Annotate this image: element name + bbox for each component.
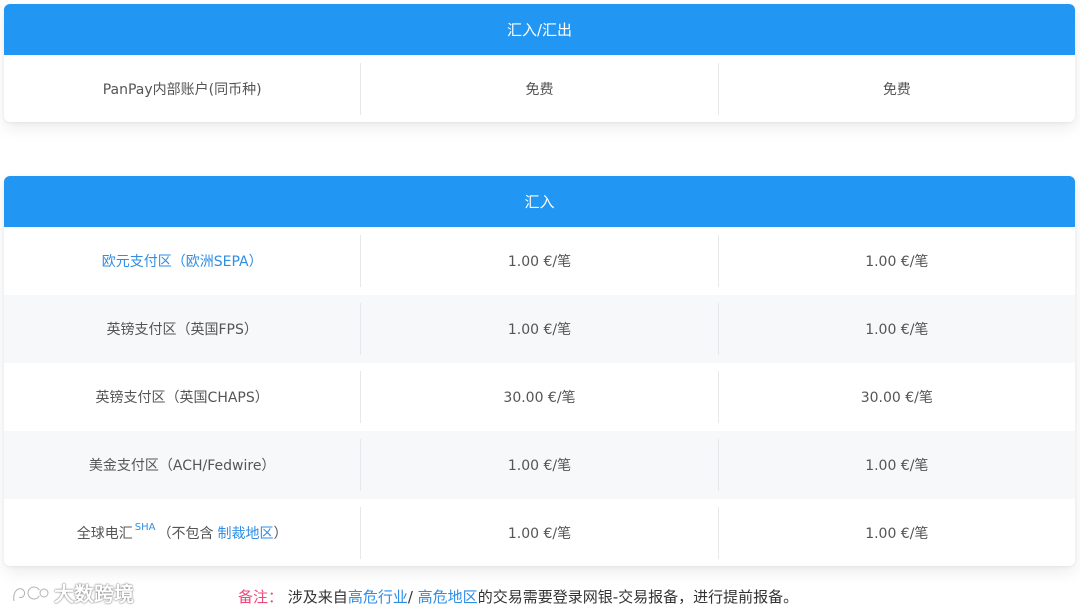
row-label: 美金支付区（ACH/Fedwire） bbox=[88, 458, 276, 474]
note-text: 的交易需要登录网银-交易报备，进行提前报备。 bbox=[477, 588, 799, 606]
note-separator: / bbox=[407, 588, 413, 606]
note-label: 备注： bbox=[238, 588, 284, 606]
row-label-text: ） bbox=[273, 526, 288, 542]
row-label-global-wire: 全球电汇 SHA （不包含 制裁地区 ） bbox=[4, 507, 360, 559]
fee-cell: 1.00 €/笔 bbox=[717, 507, 1075, 559]
table-row: 美金支付区（ACH/Fedwire） 1.00 €/笔 1.00 €/笔 bbox=[4, 431, 1075, 499]
sha-superscript: SHA bbox=[134, 521, 156, 533]
watermark-logo-icon bbox=[12, 585, 50, 602]
fee-cell: 1.00 €/笔 bbox=[360, 439, 717, 491]
row-label-link-sepa[interactable]: 欧元支付区（欧洲SEPA） bbox=[4, 235, 360, 287]
table-row: PanPay内部账户(同币种) 免费 免费 bbox=[4, 55, 1075, 122]
table-row: 英镑支付区（英国FPS） 1.00 €/笔 1.00 €/笔 bbox=[4, 295, 1075, 363]
high-risk-industry-link[interactable]: 高危行业 bbox=[348, 588, 408, 606]
watermark: 大数跨境 bbox=[10, 578, 134, 607]
table-row: 欧元支付区（欧洲SEPA） 1.00 €/笔 1.00 €/笔 bbox=[4, 227, 1075, 295]
fee-cell: 30.00 €/笔 bbox=[717, 371, 1075, 423]
fee-table-in-header: 汇入 bbox=[4, 176, 1075, 227]
section-title: 汇入 bbox=[524, 193, 555, 211]
fee-table-inout-header: 汇入/汇出 bbox=[4, 4, 1075, 55]
fee-cell: 30.00 €/笔 bbox=[360, 371, 717, 423]
fee-table-in: 汇入 欧元支付区（欧洲SEPA） 1.00 €/笔 1.00 €/笔 英镑支付区… bbox=[4, 176, 1075, 566]
row-label-text: （不包含 bbox=[157, 526, 214, 542]
row-label-text: 全球电汇 bbox=[76, 526, 133, 542]
fee-cell: 1.00 €/笔 bbox=[360, 303, 717, 355]
fee-cell: 1.00 €/笔 bbox=[717, 303, 1075, 355]
fee-table-inout: 汇入/汇出 PanPay内部账户(同币种) 免费 免费 bbox=[4, 4, 1075, 122]
table-row: 英镑支付区（英国CHAPS） 30.00 €/笔 30.00 €/笔 bbox=[4, 363, 1075, 431]
table-row: 全球电汇 SHA （不包含 制裁地区 ） 1.00 €/笔 1.00 €/笔 bbox=[4, 499, 1075, 566]
note-text: 涉及来自 bbox=[287, 588, 348, 606]
row-label: 英镑支付区（英国FPS） bbox=[106, 322, 258, 338]
section-title: 汇入/汇出 bbox=[506, 21, 573, 39]
fee-cell: 免费 bbox=[360, 63, 717, 115]
row-label: 英镑支付区（英国CHAPS） bbox=[95, 390, 269, 406]
fee-cell: 1.00 €/笔 bbox=[360, 507, 717, 559]
fee-cell: 免费 bbox=[717, 63, 1075, 115]
sanction-region-link[interactable]: 制裁地区 bbox=[218, 523, 274, 543]
watermark-text: 大数跨境 bbox=[54, 582, 134, 606]
high-risk-region-link[interactable]: 高危地区 bbox=[418, 588, 478, 606]
row-label: PanPay内部账户(同币种) bbox=[102, 82, 262, 98]
fee-cell: 1.00 €/笔 bbox=[717, 235, 1075, 287]
fee-cell: 1.00 €/笔 bbox=[717, 439, 1075, 491]
fee-cell: 1.00 €/笔 bbox=[360, 235, 717, 287]
note: 备注： 涉及来自高危行业/ 高危地区的交易需要登录网银-交易报备，进行提前报备。 bbox=[238, 586, 798, 607]
